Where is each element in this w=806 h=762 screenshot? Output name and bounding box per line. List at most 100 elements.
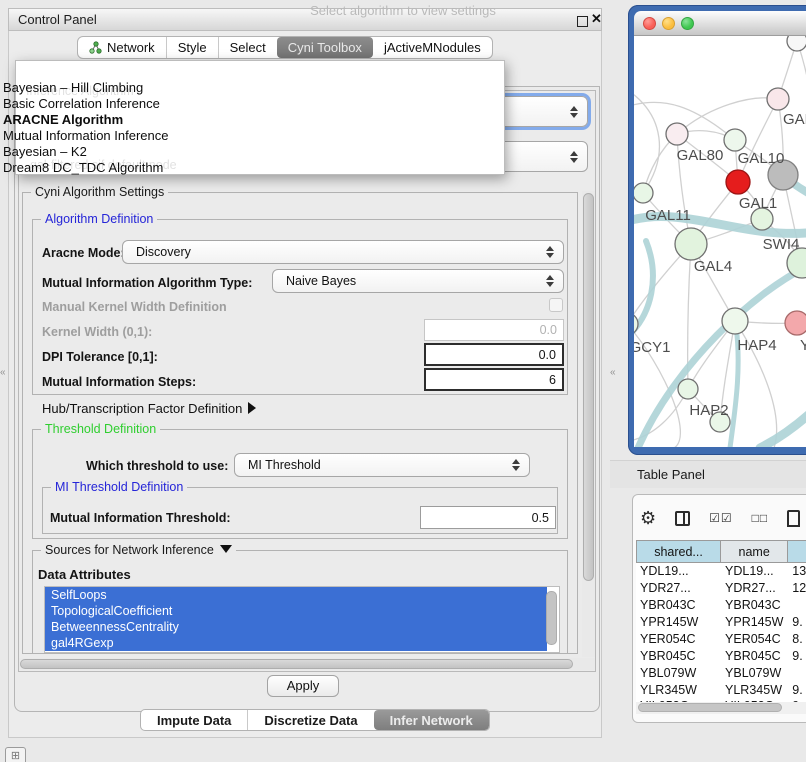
node-label: Y [800,337,806,354]
threshold-definition-title: Threshold Definition [41,422,160,436]
table-row[interactable]: YDL19...YDL19...13 [636,563,806,580]
deselect-all-checkboxes-icon[interactable]: □□ [752,511,769,525]
table-panel-title: Table Panel [637,467,705,482]
algorithm-definition-title: Algorithm Definition [41,212,157,226]
column-header-partial[interactable] [788,540,806,563]
table-row[interactable]: YLR345WYLR345W9. [636,682,806,699]
mi-algorithm-type-label: Mutual Information Algorithm Type: [42,276,252,290]
export-table-icon[interactable] [787,510,800,527]
node-hap4[interactable] [722,308,748,334]
combo-arrows-icon [570,106,578,118]
combo-arrows-icon [570,151,578,163]
data-attributes-list[interactable]: SelfLoops TopologicalCoefficient Between… [44,586,560,653]
mi-threshold-label: Mutual Information Threshold: [50,511,231,525]
panel-splitter-handle[interactable]: « [610,367,616,378]
dpi-tolerance-label: DPI Tolerance [0,1]: [42,350,158,364]
apply-button[interactable]: Apply [267,675,339,697]
tab-style[interactable]: Style [166,37,218,58]
tab-infer-network[interactable]: Infer Network [374,710,489,730]
node-gal1[interactable] [726,170,750,194]
table-row[interactable]: YDR27...YDR27...12 [636,580,806,597]
mi-algorithm-type-combobox[interactable]: Naive Bayes [272,269,564,293]
popup-placeholder: Select algorithm to view settings [0,3,806,18]
popup-item[interactable]: Basic Correlation Inference [3,96,483,112]
tab-discretize-data[interactable]: Discretize Data [247,710,373,730]
sources-group-title[interactable]: Sources for Network Inference [41,543,236,557]
popup-item[interactable]: Bayesian – K2 [3,144,483,160]
mi-steps-input[interactable]: 6 [424,368,564,391]
close-traffic-light-icon[interactable] [643,17,656,30]
mi-threshold-definition-title: MI Threshold Definition [51,480,187,494]
table-horizontal-scrollbar-thumb[interactable] [638,703,782,712]
list-item[interactable]: TopologicalCoefficient [45,603,547,619]
select-all-checkboxes-icon[interactable]: ☑☑ [709,511,733,525]
table-row[interactable]: YBR045CYBR045C9. [636,648,806,665]
panel-splitter-handle[interactable]: « [0,367,5,378]
combo-arrows-icon [546,275,554,287]
settings-gear-icon[interactable]: ⚙ [640,509,656,527]
popup-item-selected[interactable]: ARACNE Algorithm [3,112,483,128]
minimize-traffic-light-icon[interactable] [662,17,675,30]
list-scrollbar-thumb[interactable] [546,591,557,645]
column-header-shared-name[interactable]: shared... [636,540,721,563]
node-label: GCY1 [634,339,670,356]
tab-select[interactable]: Select [218,37,277,58]
network-view-window[interactable]: GAL GAL80 GAL10 GAL1 GAL11 SWI4 GAL4 GCY… [628,5,806,455]
node-pink[interactable] [785,311,806,335]
mi-threshold-input[interactable]: 0.5 [420,506,556,529]
node-label: GAL10 [738,150,785,167]
tab-network-label: Network [107,40,155,55]
list-item[interactable]: gal4RGexp [45,635,547,651]
list-item[interactable]: BetweennessCentrality [45,619,547,635]
split-view-columns-icon[interactable] [675,511,690,526]
node-gal80[interactable] [666,123,688,145]
node-gal4[interactable] [675,228,707,260]
settings-horizontal-scrollbar-thumb[interactable] [20,659,573,669]
table-toolbar: ⚙ ☑☑ □□ [640,502,800,534]
tab-impute-data[interactable]: Impute Data [141,710,247,730]
popup-item[interactable]: Dream8 DC_TDC Algorithm [3,160,483,176]
column-header-name[interactable]: name [721,540,788,563]
node[interactable] [787,36,806,51]
node-table: shared... name YDL19...YDL19...13 YDR27.… [636,540,806,706]
popup-item[interactable]: Bayesian – Hill Climbing [3,80,483,96]
node-gal10[interactable] [724,129,746,151]
grid-layout-icon[interactable]: ⊞ [5,747,26,762]
tab-network[interactable]: Network [78,37,166,58]
cyni-bottom-tabbar: Impute Data Discretize Data Infer Networ… [140,709,490,731]
tab-cyni-toolbox[interactable]: Cyni Toolbox [277,37,373,58]
node-gal7[interactable] [767,88,789,110]
screen: Control Panel ✕ Network Style Select Cyn… [0,0,806,762]
kernel-width-label: Kernel Width (0,1): [42,325,152,339]
list-item[interactable]: SelfLoops [45,587,547,603]
table-row[interactable]: YBL079WYBL079W [636,665,806,682]
node-label: GAL80 [677,147,724,164]
network-icon [89,41,102,54]
dpi-tolerance-input[interactable]: 0.0 [424,343,564,366]
aracne-mode-label: Aracne Mode: [42,246,125,260]
settings-vertical-scrollbar-thumb[interactable] [583,193,594,581]
table-header-row: shared... name [636,540,806,563]
control-panel-tabbar: Network Style Select Cyni Toolbox jActiv… [77,36,493,59]
kernel-width-input[interactable]: 0.0 [424,319,564,341]
which-threshold-combobox[interactable]: MI Threshold [234,453,530,477]
table-row[interactable]: YPR145WYPR145W9. [636,614,806,631]
node-gal11[interactable] [634,183,653,203]
table-row[interactable]: YER054CYER054C8. [636,631,806,648]
hub-transcription-factor-section[interactable]: Hub/Transcription Factor Definition [42,401,256,416]
manual-kernel-width-checkbox[interactable] [549,298,563,312]
node-hap2[interactable] [678,379,698,399]
node-label: HAP2 [689,402,728,419]
popup-item[interactable]: Mutual Information Inference [3,128,483,144]
combo-arrows-icon [546,246,554,258]
node-label: SWI4 [763,236,800,253]
data-attributes-label: Data Attributes [38,567,131,582]
zoom-traffic-light-icon[interactable] [681,17,694,30]
mi-steps-label: Mutual Information Steps: [42,375,196,389]
table-row[interactable]: YBR043CYBR043C [636,597,806,614]
aracne-mode-combobox[interactable]: Discovery [122,240,564,264]
node-label: GAL11 [645,207,691,224]
tab-jactivemnodules[interactable]: jActiveMNodules [373,37,492,58]
network-canvas[interactable]: GAL GAL80 GAL10 GAL1 GAL11 SWI4 GAL4 GCY… [634,36,806,447]
node-label: GAL1 [739,195,777,212]
